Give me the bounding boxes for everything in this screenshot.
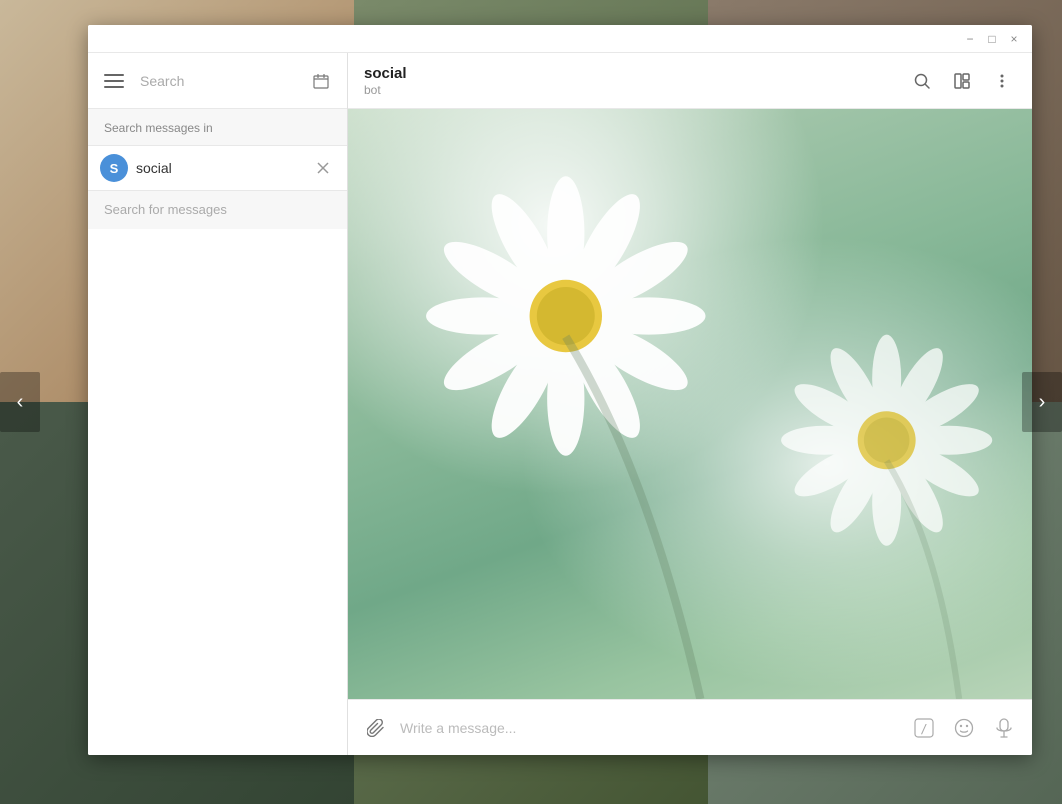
window-control-bar: − □ × [88,25,1032,53]
search-in-label: Search messages in [104,121,213,135]
chat-title: social [364,65,904,83]
search-for-messages-section: Search for messages [88,191,347,229]
attach-button[interactable] [360,712,392,744]
close-button[interactable]: × [1004,29,1024,49]
slash-command-button[interactable]: / [908,712,940,744]
social-chip: S social [100,154,311,182]
chat-search-button[interactable] [904,63,940,99]
search-input-wrap [140,65,299,97]
chip-close-button[interactable] [311,156,335,180]
sidebar: Search messages in S social [88,53,348,755]
hamburger-line-1 [104,74,124,76]
chat-area: social bot [348,53,1032,755]
sidebar-header [88,53,347,109]
message-input-bar: / [348,699,1032,755]
app-content: Search messages in S social [88,53,1032,755]
search-in-section: Search messages in [88,109,347,146]
chip-row: S social [88,146,347,191]
sidebar-empty-area [88,229,347,755]
chat-header-actions [904,63,1020,99]
maximize-button[interactable]: □ [982,29,1002,49]
chat-header: social bot [348,53,1032,109]
search-input[interactable] [140,65,299,97]
message-input[interactable] [400,720,900,736]
hamburger-line-3 [104,86,124,88]
minimize-button[interactable]: − [960,29,980,49]
hamburger-line-2 [104,80,124,82]
svg-text:/: / [920,722,927,736]
calendar-button[interactable] [307,67,335,95]
chat-body [348,109,1032,699]
search-for-messages-label: Search for messages [104,202,227,217]
chip-label: social [136,160,172,176]
chat-layout-button[interactable] [944,63,980,99]
chat-more-button[interactable] [984,63,1020,99]
mic-button[interactable] [988,712,1020,744]
nav-right-arrow[interactable]: › [1022,372,1062,432]
emoji-button[interactable] [948,712,980,744]
app-window: − □ × [88,25,1032,755]
chat-title-block: social bot [364,65,904,97]
chat-subtitle: bot [364,83,904,97]
chip-avatar: S [100,154,128,182]
nav-left-arrow[interactable]: ‹ [0,372,40,432]
hamburger-button[interactable] [100,65,132,97]
daisy-svg [348,109,1032,699]
